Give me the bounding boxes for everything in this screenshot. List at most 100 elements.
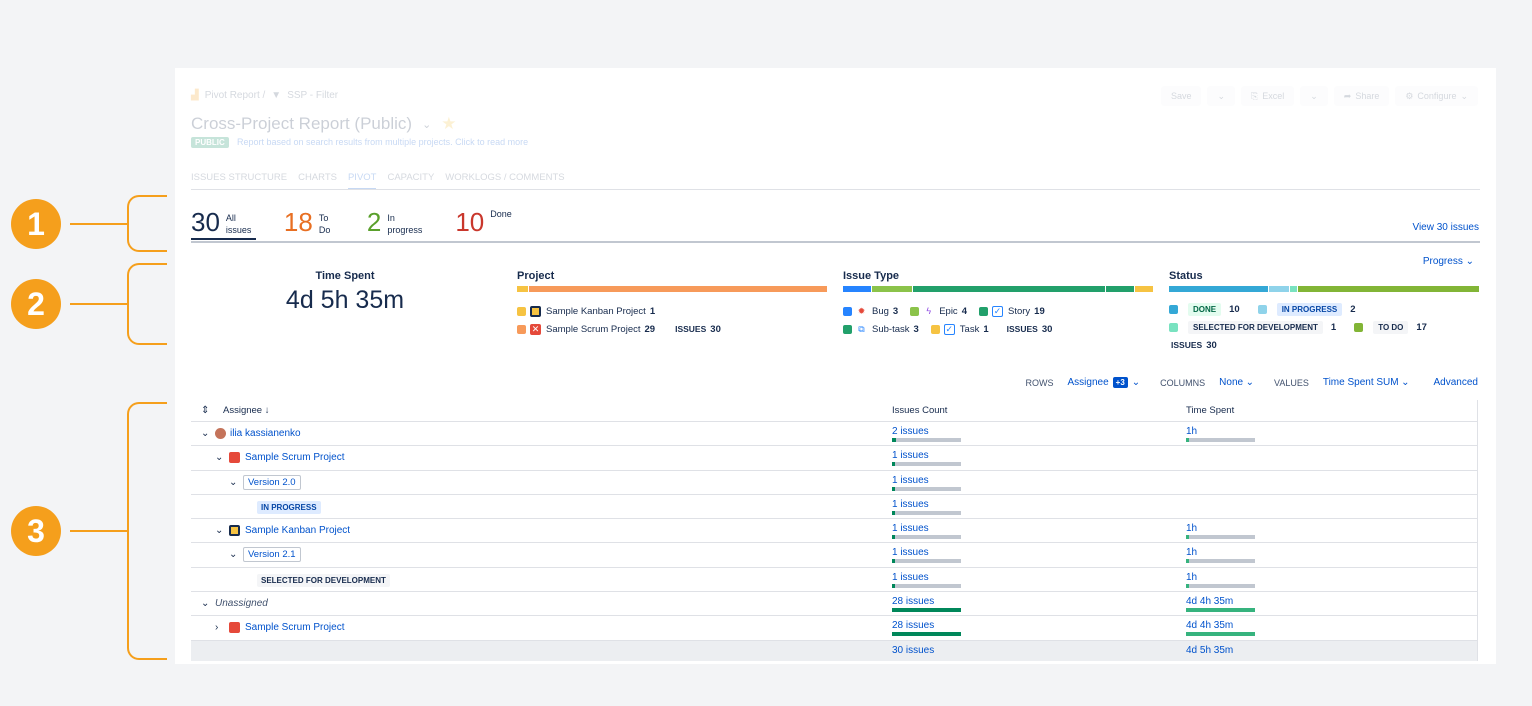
chevron-down-icon: ⌄ [1460,90,1468,101]
tab-worklogs-comments[interactable]: WORKLOGS / COMMENTS [445,172,564,190]
legend-label[interactable]: Sample Scrum Project [546,324,641,335]
configure-button[interactable]: ⚙ Configure ⌄ [1395,86,1478,106]
callout-1-bracket [127,195,167,252]
count-label: To Do [318,213,331,235]
status-bar[interactable] [1169,286,1479,292]
chevron-down-icon[interactable]: ⌄ [229,477,243,488]
tab-charts[interactable]: CHARTS [298,172,337,190]
count-label: Done [490,209,512,219]
legend-swatch [843,324,852,334]
issues-count-link[interactable]: 28 issues [892,620,961,631]
subtask-icon: ⧉ [858,323,865,334]
time-spent-link[interactable]: 1h [1186,572,1255,583]
row-label: ⌄ Version 2.0 [229,474,301,490]
legend-item-story[interactable]: ✓ Story 19 [978,305,1045,317]
excel-button[interactable]: ⎘ Excel [1241,86,1295,106]
issues-count-link[interactable]: 1 issues [892,475,961,486]
bar-epic [871,286,913,292]
legend-label[interactable]: Sample Kanban Project [546,306,646,317]
excel-dropdown-button[interactable]: ⌄ [1300,86,1328,106]
project-link[interactable]: Sample Scrum Project [245,452,344,463]
save-button[interactable]: Save [1160,86,1202,106]
chevron-down-icon[interactable]: ⌄ [215,525,229,536]
columns-dropdown[interactable]: None ⌄ [1219,377,1254,388]
issues-count-link[interactable]: 1 issues [892,547,961,558]
issues-total-label: ISSUES [1006,324,1038,334]
time-spent-link[interactable]: 1h [1186,426,1255,437]
issues-count-link[interactable]: 2 issues [892,426,961,437]
issues-count-link[interactable]: 1 issues [892,523,961,534]
row-label: › Sample Scrum Project [215,622,344,634]
breadcrumb-filter[interactable]: SSP - Filter [287,90,338,101]
column-header-time-spent[interactable]: Time Spent [1186,405,1234,416]
issues-bar [892,486,961,491]
column-header-assignee[interactable]: Assignee ↓ [223,405,269,416]
count-done[interactable]: 10 Done [455,208,511,240]
legend-item-bug[interactable]: ✹ Bug 3 [843,306,898,317]
time-cell: 1h [1186,426,1255,442]
chevron-right-icon[interactable]: › [215,622,229,633]
time-spent-link[interactable]: 4d 4h 35m [1186,620,1255,631]
count-all-issues[interactable]: 30 All issues [191,208,256,240]
chevron-down-icon: ⌄ [1131,377,1141,388]
time-cell: 1h [1186,572,1255,588]
legend-count: 4 [961,305,967,317]
chevron-down-icon[interactable]: ⌄ [201,428,215,439]
advanced-link[interactable]: Advanced [1434,377,1478,388]
version-tag[interactable]: Version 2.1 [243,547,301,563]
issue-type-section: Issue Type ✹ Bug 3 ϟ Epic 4 ✓ Story 19 ⧉… [843,270,1153,338]
tab-issues-structure[interactable]: ISSUES STRUCTURE [191,172,287,190]
chevron-down-icon[interactable]: ⌄ [422,118,431,131]
total-issues-link[interactable]: 30 issues [892,645,934,656]
breadcrumb: ▟ Pivot Report / ▼ SSP - Filter [191,90,338,101]
column-header-issues-count[interactable]: Issues Count [892,405,947,416]
chevron-down-icon[interactable]: ⌄ [229,549,243,560]
bar-done [1169,286,1269,292]
legend-item-subtask[interactable]: ⧉ Sub-task 3 [843,324,919,335]
chevron-down-icon[interactable]: ⌄ [201,598,215,609]
save-dropdown-button[interactable]: ⌄ [1207,86,1235,106]
rows-dropdown[interactable]: Assignee +3 ⌄ [1068,377,1141,388]
view-issues-link[interactable]: View 30 issues [1412,222,1479,233]
legend-item-task[interactable]: ✓ Task 1 [930,323,989,335]
progress-dropdown[interactable]: Progress ⌄ [1423,256,1474,267]
table-row: ⌄ Sample Scrum Project 1 issues [191,446,1477,471]
count-number: 2 [366,207,382,237]
total-time-link[interactable]: 4d 5h 35m [1186,645,1233,656]
chevron-down-icon[interactable]: ⌄ [215,452,229,463]
issue-type-bar[interactable] [843,286,1153,292]
tab-capacity[interactable]: CAPACITY [387,172,434,190]
count-to-do[interactable]: 18 To Do [284,208,339,240]
star-icon[interactable]: ★ [441,114,456,134]
issues-bar-fill [892,535,895,540]
time-spent-link[interactable]: 1h [1186,523,1255,534]
version-tag[interactable]: Version 2.0 [243,474,301,490]
issues-count-link[interactable]: 1 issues [892,572,961,583]
callout-2-bracket [127,263,167,345]
time-spent-link[interactable]: 1h [1186,547,1255,558]
project-bar[interactable] [517,286,827,292]
issues-count-link[interactable]: 28 issues [892,596,961,607]
project-link[interactable]: Sample Scrum Project [245,622,344,633]
assignee-link[interactable]: ilia kassianenko [230,428,301,439]
project-link[interactable]: Sample Kanban Project [245,525,350,536]
breadcrumb-pivot-report[interactable]: Pivot Report / [205,90,266,101]
tab-pivot[interactable]: PIVOT [347,172,377,190]
legend-item-to-do[interactable]: TO DO 17 [1354,320,1427,334]
values-dropdown[interactable]: Time Spent SUM ⌄ [1323,377,1410,388]
count-number: 10 [455,207,485,237]
legend-item-in-progress[interactable]: IN PROGRESS 2 [1257,302,1356,316]
sort-toggle-icon[interactable]: ⇕ [201,405,209,416]
issues-count-link[interactable]: 1 issues [892,499,961,510]
time-spent-link[interactable]: 4d 4h 35m [1186,596,1255,607]
issues-bar-fill [892,559,895,564]
issues-count-link[interactable]: 1 issues [892,450,961,461]
legend-item-selected[interactable]: SELECTED FOR DEVELOPMENT 1 [1169,320,1336,334]
legend-item-epic[interactable]: ϟ Epic 4 [910,306,967,317]
issues-cell: 1 issues [892,572,961,588]
legend-item-done[interactable]: DONE 10 [1169,302,1240,316]
report-description[interactable]: Report based on search results from mult… [237,137,528,147]
count-in-progress[interactable]: 2 In progress [367,208,427,240]
share-button[interactable]: ➦ Share [1333,86,1390,106]
time-cell: 4d 4h 35m [1186,620,1255,637]
